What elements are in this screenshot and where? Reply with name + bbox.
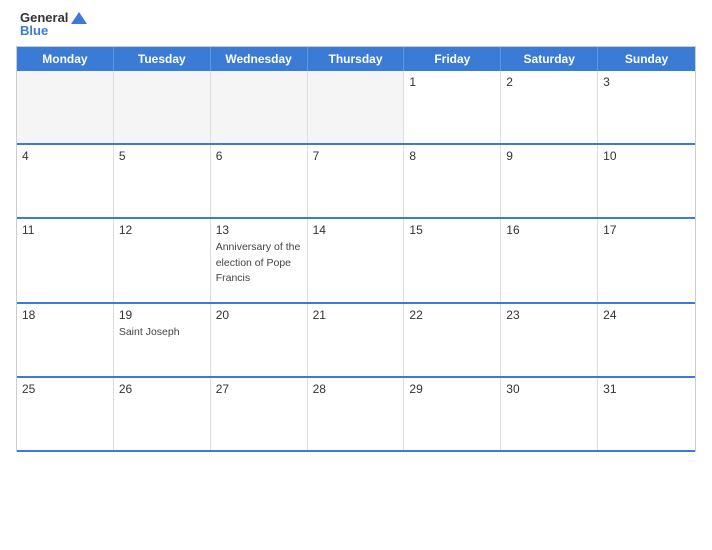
day-cell-5: 5 — [114, 145, 211, 217]
header-monday: Monday — [17, 47, 114, 71]
week-row-2: 4 5 6 7 8 9 10 — [17, 145, 695, 219]
day-cell-19: 19 Saint Joseph — [114, 304, 211, 376]
day-cell-20: 20 — [211, 304, 308, 376]
day-cell-21: 21 — [308, 304, 405, 376]
header-wednesday: Wednesday — [211, 47, 308, 71]
day-cell-22: 22 — [404, 304, 501, 376]
header-tuesday: Tuesday — [114, 47, 211, 71]
header: General Blue — [16, 10, 696, 38]
day-headers: Monday Tuesday Wednesday Thursday Friday… — [17, 47, 695, 71]
logo-blue-text: Blue — [20, 23, 48, 38]
day-cell-1: 1 — [404, 71, 501, 143]
day-cell-28: 28 — [308, 378, 405, 450]
day-cell — [308, 71, 405, 143]
day-cell-13: 13 Anniversary of the election of Pope F… — [211, 219, 308, 302]
day-cell-30: 30 — [501, 378, 598, 450]
event-pope-francis: Anniversary of the election of Pope Fran… — [216, 241, 301, 284]
header-saturday: Saturday — [501, 47, 598, 71]
day-cell — [211, 71, 308, 143]
event-saint-joseph: Saint Joseph — [119, 326, 180, 338]
day-cell-17: 17 — [598, 219, 695, 302]
day-cell-23: 23 — [501, 304, 598, 376]
calendar: Monday Tuesday Wednesday Thursday Friday… — [16, 46, 696, 452]
day-cell-14: 14 — [308, 219, 405, 302]
day-cell-9: 9 — [501, 145, 598, 217]
day-cell — [17, 71, 114, 143]
logo: General Blue — [20, 10, 88, 38]
logo-icon — [70, 11, 88, 25]
header-sunday: Sunday — [598, 47, 695, 71]
day-cell-27: 27 — [211, 378, 308, 450]
day-cell-31: 31 — [598, 378, 695, 450]
day-cell-7: 7 — [308, 145, 405, 217]
day-cell-6: 6 — [211, 145, 308, 217]
day-cell-12: 12 — [114, 219, 211, 302]
day-cell-16: 16 — [501, 219, 598, 302]
header-friday: Friday — [404, 47, 501, 71]
day-cell-11: 11 — [17, 219, 114, 302]
day-cell-10: 10 — [598, 145, 695, 217]
day-cell-2: 2 — [501, 71, 598, 143]
week-row-3: 11 12 13 Anniversary of the election of … — [17, 219, 695, 304]
day-cell-26: 26 — [114, 378, 211, 450]
header-thursday: Thursday — [308, 47, 405, 71]
day-cell-18: 18 — [17, 304, 114, 376]
day-cell-29: 29 — [404, 378, 501, 450]
day-cell-15: 15 — [404, 219, 501, 302]
week-row-5: 25 26 27 28 29 30 31 — [17, 378, 695, 452]
day-cell-24: 24 — [598, 304, 695, 376]
day-cell-8: 8 — [404, 145, 501, 217]
day-cell-3: 3 — [598, 71, 695, 143]
day-cell — [114, 71, 211, 143]
week-row-4: 18 19 Saint Joseph 20 21 22 23 24 — [17, 304, 695, 378]
week-row-1: 1 2 3 — [17, 71, 695, 145]
day-cell-4: 4 — [17, 145, 114, 217]
page: General Blue Monday Tuesday Wednesday Th… — [0, 0, 712, 550]
day-cell-25: 25 — [17, 378, 114, 450]
